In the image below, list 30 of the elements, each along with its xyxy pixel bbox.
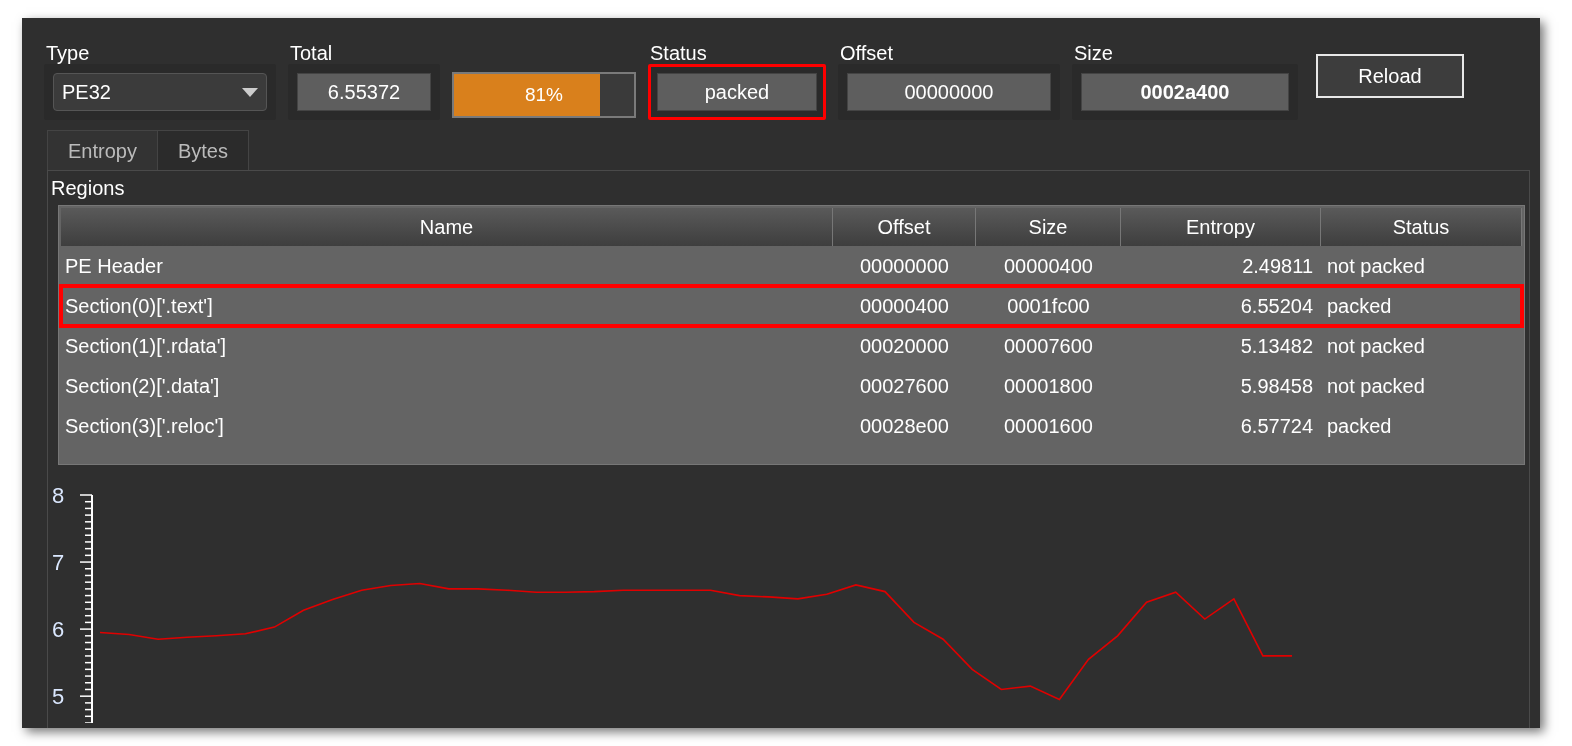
progress-text: 81% <box>524 82 564 107</box>
table-row[interactable]: Section(3)['.reloc'] 00028e00 00001600 6.57724 packed <box>61 406 1522 446</box>
y-tick-label: 7 <box>52 550 65 576</box>
type-dropdown[interactable]: PE32 <box>53 73 267 111</box>
field-label: Size <box>1073 41 1114 66</box>
value-field: packed <box>657 73 817 111</box>
value-field: 00000000 <box>847 73 1051 111</box>
y-tick-label: 6 <box>52 617 65 643</box>
field-label: Total <box>289 41 334 66</box>
column-header[interactable]: Status <box>1321 208 1522 246</box>
column-header[interactable]: Offset <box>833 208 976 246</box>
column-header[interactable]: Size <box>976 208 1121 246</box>
table-row[interactable]: Section(2)['.data'] 00027600 00001800 5.98458 not packed <box>61 366 1522 406</box>
tab[interactable]: Bytes <box>156 130 249 170</box>
tab[interactable]: Entropy <box>47 130 157 170</box>
table-row[interactable]: Section(1)['.rdata'] 00020000 00007600 5.13482 not packed <box>61 326 1522 366</box>
table-row[interactable]: Section(0)['.text'] 00000400 0001fc00 6.55204 packed <box>61 286 1522 326</box>
regions-label: Regions <box>50 176 126 201</box>
caret-icon <box>242 87 258 97</box>
table-row[interactable]: PE Header 00000000 00000400 2.49811 not packed <box>61 246 1522 286</box>
field-label: Type <box>45 41 91 66</box>
field-label: Status <box>649 41 708 66</box>
value-field: 0002a400 <box>1081 73 1289 111</box>
column-header[interactable]: Name <box>61 208 833 246</box>
value-field: 6.55372 <box>297 73 431 111</box>
y-tick-label: 5 <box>52 684 65 710</box>
y-tick-label: 8 <box>52 483 65 508</box>
reload-button[interactable]: Reload <box>1316 54 1464 98</box>
column-header[interactable]: Entropy <box>1121 208 1321 246</box>
field-label: Offset <box>839 41 894 66</box>
